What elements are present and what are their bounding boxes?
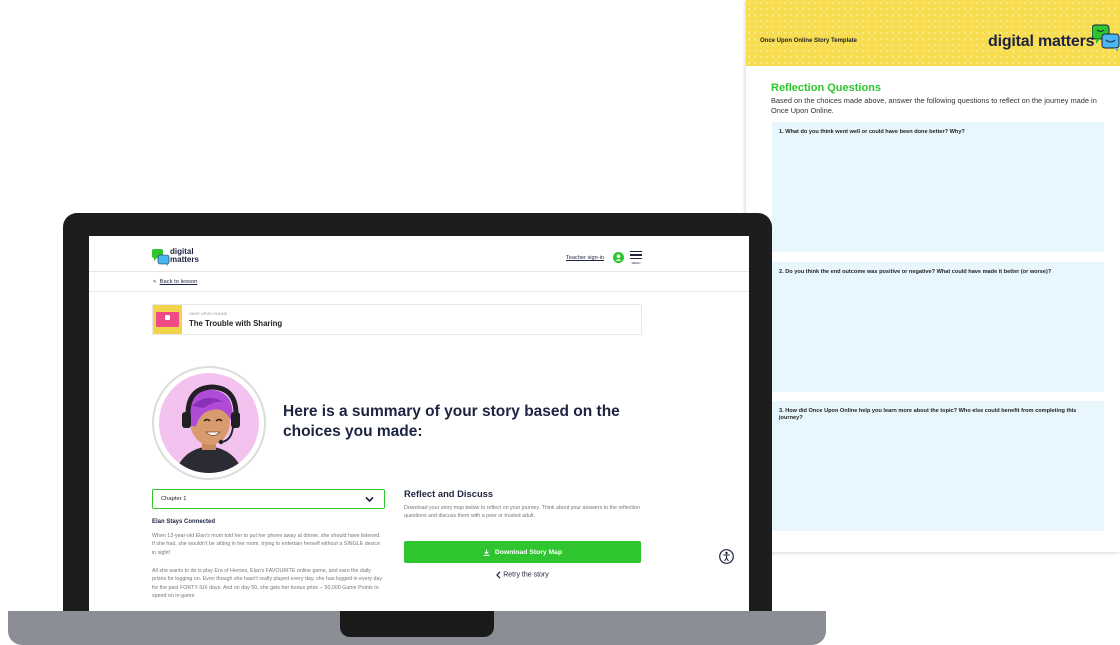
site-header: digital matters Teacher sign-in MENU [89, 236, 749, 272]
story-title: The Trouble with Sharing [189, 319, 283, 328]
story-kicker: ONCE UPON ONLINE [189, 312, 228, 316]
question-box-2[interactable]: 2. Do you think the end outcome was posi… [772, 262, 1104, 392]
site-logo[interactable]: digital matters [170, 248, 199, 264]
chapter-select-value: Chapter 1 [161, 496, 187, 502]
divider [89, 291, 749, 292]
download-icon [483, 549, 490, 556]
character-avatar [152, 366, 266, 480]
accessibility-icon[interactable] [719, 549, 734, 564]
chevron-left-icon [496, 571, 501, 579]
reflect-text: Download your story map below to reflect… [404, 505, 640, 520]
chevron-down-icon [365, 496, 374, 503]
hamburger-menu-icon[interactable]: MENU [630, 251, 642, 265]
user-icon[interactable] [613, 252, 624, 263]
speech-bubbles-logo-icon[interactable] [152, 249, 170, 266]
page: Once Upon Online Story Template digital … [0, 0, 1120, 645]
document-header: Once Upon Online Story Template digital … [746, 0, 1120, 66]
chevron-left-icon: < [153, 279, 157, 285]
retry-label: Retry the story [503, 571, 549, 579]
story-template-document: Once Upon Online Story Template digital … [746, 0, 1120, 552]
document-logo-text: digital matters [988, 33, 1095, 50]
document-header-title: Once Upon Online Story Template [760, 38, 857, 44]
speech-bubbles-logo-icon [1092, 24, 1120, 52]
breadcrumb[interactable]: < Back to lesson [153, 279, 197, 285]
reflect-heading: Reflect and Discuss [404, 488, 494, 499]
back-to-lesson-link[interactable]: Back to lesson [160, 279, 198, 285]
question-text: 1. What do you think went well or could … [779, 129, 965, 135]
story-card: ONCE UPON ONLINE The Trouble with Sharin… [152, 304, 642, 335]
story-thumbnail [153, 305, 182, 334]
download-button-label: Download Story Map [494, 548, 563, 556]
laptop-screen: digital matters Teacher sign-in MENU < B… [89, 236, 749, 611]
laptop-notch [340, 611, 494, 637]
teacher-signin-link[interactable]: Teacher sign-in [566, 255, 604, 261]
retry-story-link[interactable]: Retry the story [404, 571, 641, 579]
chapter-paragraph: All she wants to do is play Era of Heroe… [152, 568, 382, 600]
summary-heading: Here is a summary of your story based on… [283, 403, 620, 440]
question-box-3[interactable]: 3. How did Once Upon Online help you lea… [772, 401, 1104, 531]
chapter-title: Elan Stays Connected [152, 519, 216, 525]
logo-line-2: matters [170, 255, 199, 264]
reflection-questions-heading: Reflection Questions [771, 82, 882, 94]
reflection-intro-text: Based on the choices made above, answer … [771, 96, 1097, 115]
chapter-paragraph: When 13-year-old Elan's mum told her to … [152, 533, 381, 556]
menu-label: MENU [631, 261, 641, 266]
download-story-map-button[interactable]: Download Story Map [404, 541, 641, 563]
question-text: 3. How did Once Upon Online help you lea… [779, 408, 1077, 421]
question-text: 2. Do you think the end outcome was posi… [779, 269, 1052, 275]
chapter-select[interactable]: Chapter 1 [152, 489, 385, 509]
question-box-1[interactable]: 1. What do you think went well or could … [772, 122, 1104, 252]
